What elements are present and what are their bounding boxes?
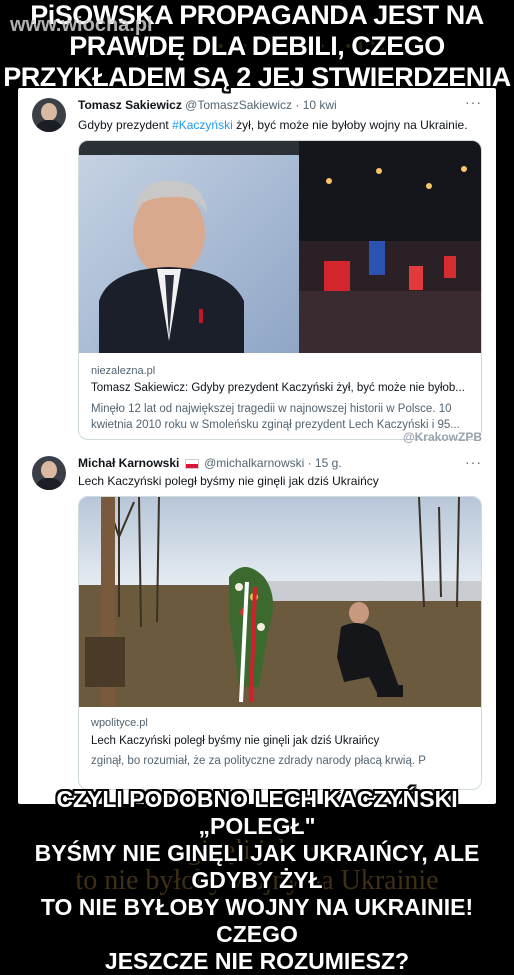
tweet-text: Lech Kaczyński poległ byśmy nie ginęli j… <box>78 474 379 488</box>
watermark-logo: www.wiocha.pl <box>10 14 153 36</box>
more-options-icon[interactable]: ··· <box>465 94 482 110</box>
avatar[interactable] <box>32 98 66 132</box>
link-preview-image <box>79 497 481 707</box>
meme-top-line: PRZYKŁADEM SĄ 2 JEJ STWIERDZENIA <box>3 62 511 92</box>
author-name[interactable]: Tomasz Sakiewicz <box>78 98 182 112</box>
avatar[interactable] <box>32 456 66 490</box>
hashtag-link[interactable]: #Kaczyński <box>172 118 233 132</box>
meme-bottom-line: JESZCZE NIE ROZUMIESZ? <box>104 948 410 974</box>
link-description: Minęło 12 lat od największej tragedii w … <box>91 403 460 431</box>
meme-bottom-line: TO NIE BYŁOBY WOJNY NA UKRAINIE! CZEGO <box>40 894 474 947</box>
author-handle[interactable]: @TomaszSakiewicz · 10 kwi <box>185 98 337 112</box>
more-options-icon[interactable]: ··· <box>465 454 482 470</box>
tweet-sakiewicz[interactable]: Tomasz Sakiewicz @TomaszSakiewicz · 10 k… <box>18 88 496 448</box>
tweet-author[interactable]: Michał Karnowski @michalkarnowski · 15 g… <box>78 456 342 470</box>
tweets-screenshot-card: Tomasz Sakiewicz @TomaszSakiewicz · 10 k… <box>18 88 496 804</box>
link-domain: niezalezna.pl <box>91 365 156 377</box>
link-domain: wpolityce.pl <box>91 717 148 729</box>
meme-bottom-line: CZYLI PODOBNO LECH KACZYŃSKI „POLEGŁ" <box>56 786 458 839</box>
link-preview-image <box>79 141 481 353</box>
author-handle[interactable]: @michalkarnowski · 15 g. <box>204 456 342 470</box>
link-preview-card[interactable]: niezalezna.pl Tomasz Sakiewicz: Gdyby pr… <box>78 140 482 440</box>
tweet-text: Gdyby prezydent #Kaczyński żył, być może… <box>78 118 468 132</box>
author-name[interactable]: Michał Karnowski <box>78 456 179 470</box>
poland-flag-icon <box>184 458 199 469</box>
meme-bottom-caption: CZYLI PODOBNO LECH KACZYŃSKI „POLEGŁ" BY… <box>0 786 514 975</box>
tweet-text-part: żył, być może nie byłoby wojny na Ukrain… <box>232 118 468 132</box>
source-credit: @KrakowZPB <box>402 430 482 444</box>
tweet-author[interactable]: Tomasz Sakiewicz @TomaszSakiewicz · 10 k… <box>78 98 337 112</box>
link-title: Lech Kaczyński poległ byśmy nie ginęli j… <box>91 735 380 747</box>
link-preview-card[interactable]: wpolityce.pl Lech Kaczyński poległ byśmy… <box>78 496 482 790</box>
tweet-text-part: Gdyby prezydent <box>78 118 173 132</box>
link-title: Tomasz Sakiewicz: Gdyby prezydent Kaczyń… <box>91 382 465 394</box>
link-description: zginął, bo rozumiał, że za polityczne zd… <box>91 755 426 767</box>
tweet-karnowski[interactable]: Michał Karnowski @michalkarnowski · 15 g… <box>18 448 496 804</box>
meme-bottom-line: BYŚMY NIE GINĘLI JAK UKRAIŃCY, ALE GDYBY… <box>34 840 480 893</box>
